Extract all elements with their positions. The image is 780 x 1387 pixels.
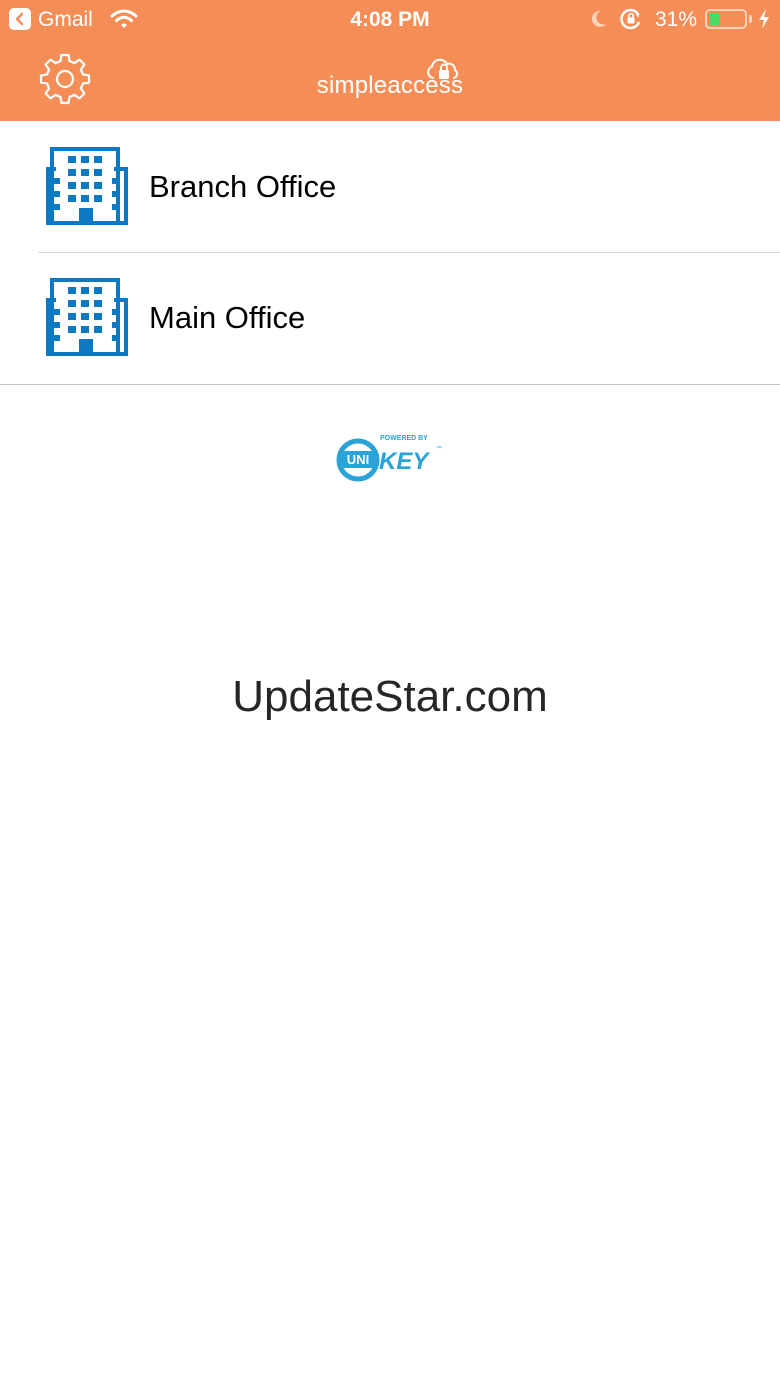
simpleaccess-logo: simpleaccess — [290, 58, 490, 104]
building-icon — [46, 147, 128, 225]
list-divider — [38, 252, 780, 253]
rotation-lock-icon — [620, 8, 641, 30]
unikey-uni-text: UNI — [347, 452, 369, 467]
app-header: Gmail 4:08 PM 31% simpleaccess — [0, 0, 780, 121]
settings-button[interactable] — [38, 52, 92, 106]
moon-icon — [591, 10, 606, 27]
unikey-key-text: KEY — [379, 448, 430, 475]
site-item-branch-office[interactable]: Branch Office — [0, 121, 780, 252]
charging-bolt-icon — [759, 9, 769, 29]
gear-icon — [39, 53, 91, 105]
logo-text: simpleaccess — [316, 72, 464, 99]
watermark-text: UpdateStar.com — [232, 672, 548, 721]
site-label: Branch Office — [149, 169, 337, 204]
unikey-logo: UNI POWERED BY KEY ™ — [336, 435, 442, 482]
battery-percentage: 31% — [655, 8, 698, 31]
building-icon — [46, 278, 128, 356]
list-bottom-divider — [0, 384, 780, 385]
site-item-main-office[interactable]: Main Office — [0, 252, 780, 383]
site-label: Main Office — [149, 300, 306, 335]
trademark-text: ™ — [436, 445, 442, 452]
battery-icon — [705, 9, 747, 29]
status-bar: Gmail 4:08 PM 31% — [0, 0, 780, 40]
powered-by-text: POWERED BY — [380, 435, 428, 442]
